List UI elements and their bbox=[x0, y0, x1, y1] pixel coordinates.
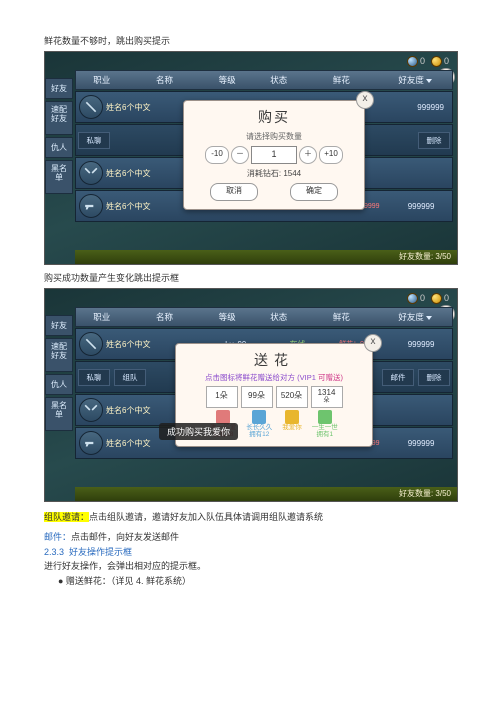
friend-list-header: 职业 名称 等级 状态 鲜花 好友度 bbox=[75, 70, 453, 90]
col-affinity[interactable]: 好友度 bbox=[378, 311, 452, 323]
currency-bar: 0 0 bbox=[45, 52, 457, 70]
gift-option-1[interactable]: 1朵 bbox=[206, 386, 238, 408]
tab-blacklist[interactable]: 黑名单 bbox=[45, 160, 73, 194]
friend-affinity: 999999 bbox=[390, 340, 452, 349]
col-job: 职业 bbox=[76, 311, 128, 323]
quantity-input[interactable]: 1 bbox=[251, 146, 297, 164]
delete-button[interactable]: 删除 bbox=[418, 132, 450, 149]
bouquet-icon bbox=[318, 410, 332, 424]
job-avatar-gun bbox=[79, 431, 103, 455]
col-flower: 鲜花 bbox=[305, 311, 379, 323]
plus-button[interactable]: ＋ bbox=[299, 146, 317, 164]
chat-button[interactable]: 私聊 bbox=[78, 369, 110, 386]
currency-bar: 0 0 bbox=[45, 289, 457, 307]
col-status: 状态 bbox=[253, 74, 305, 86]
team-invite-label: 组队邀请： bbox=[44, 512, 89, 522]
section-line: 进行好友操作，会弹出相对应的提示框。 bbox=[44, 559, 456, 573]
plus-10-button[interactable]: +10 bbox=[319, 146, 343, 164]
job-avatar-swords bbox=[79, 398, 103, 422]
col-job: 职业 bbox=[76, 74, 128, 86]
col-flower: 鲜花 bbox=[305, 74, 379, 86]
section-title: 好友操作提示框 bbox=[69, 547, 132, 557]
cost-label: 消耗钻石: 1544 bbox=[194, 168, 354, 179]
friend-count-footer: 好友数量: 3/50 bbox=[75, 487, 457, 501]
purchase-dialog: x 购买 请选择购买数量 -10 － 1 ＋ +10 消耗钻石: 1544 取消… bbox=[183, 100, 365, 210]
gift-hint: 点击图标将鲜花赠送给对方 (VIP1 可赠送) bbox=[186, 372, 362, 383]
gold-icon bbox=[431, 293, 442, 304]
minus-10-button[interactable]: -10 bbox=[205, 146, 229, 164]
gem-amount: 0 bbox=[420, 56, 425, 66]
friend-affinity: 999999 bbox=[417, 103, 444, 112]
friend-affinity: 999999 bbox=[390, 202, 452, 211]
minus-button[interactable]: － bbox=[231, 146, 249, 164]
job-avatar-axe bbox=[79, 332, 103, 356]
col-name: 名称 bbox=[128, 74, 202, 86]
friend-count-footer: 好友数量: 3/50 bbox=[75, 250, 457, 264]
chat-button[interactable]: 私聊 bbox=[78, 132, 110, 149]
game-screenshot-1: 0 0 x 好友 速配 好友 仇人 黑名单 职业 名称 等级 状态 鲜花 好友度… bbox=[44, 51, 458, 265]
friend-list-header: 职业 名称 等级 状态 鲜花 好友度 bbox=[75, 307, 453, 327]
gift-item-4[interactable]: 一生一世拥有1 bbox=[312, 410, 338, 438]
gem-amount: 0 bbox=[420, 293, 425, 303]
dialog-prompt: 请选择购买数量 bbox=[194, 131, 354, 142]
dialog-close-icon[interactable]: x bbox=[364, 334, 382, 352]
caption-2: 购买成功数量产生变化跳出提示框 bbox=[44, 271, 456, 284]
success-toast: 成功购买我爱你 bbox=[159, 423, 238, 440]
gift-item-3[interactable]: 我爱你 bbox=[282, 410, 302, 438]
gold-amount: 0 bbox=[444, 293, 449, 303]
gold-icon bbox=[431, 56, 442, 67]
confirm-button[interactable]: 确定 bbox=[290, 183, 338, 201]
cancel-button[interactable]: 取消 bbox=[210, 183, 258, 201]
friend-affinity: 999999 bbox=[390, 439, 452, 448]
tab-blacklist[interactable]: 黑名单 bbox=[45, 397, 73, 431]
gem-icon bbox=[407, 293, 418, 304]
game-screenshot-2: 0 0 x 好友 速配 好友 仇人 黑名单 职业 名称 等级 状态 鲜花 好友度… bbox=[44, 288, 458, 502]
tab-friends[interactable]: 好友 bbox=[45, 78, 73, 99]
tab-enemy[interactable]: 仇人 bbox=[45, 374, 73, 395]
col-status: 状态 bbox=[253, 311, 305, 323]
flower-icon bbox=[252, 410, 266, 424]
gift-title: 送花 bbox=[186, 350, 362, 370]
tab-friends[interactable]: 好友 bbox=[45, 315, 73, 336]
job-avatar-gun bbox=[79, 194, 103, 218]
col-affinity[interactable]: 好友度 bbox=[378, 74, 452, 86]
gift-option-1314[interactable]: 1314朵 bbox=[311, 386, 343, 408]
col-name: 名称 bbox=[128, 311, 202, 323]
body-text: 组队邀请：点击组队邀请，邀请好友加入队伍具体请调用组队邀请系统 邮件：点击邮件，… bbox=[44, 510, 456, 588]
job-avatar-swords bbox=[79, 161, 103, 185]
mail-button[interactable]: 邮件 bbox=[382, 369, 414, 386]
gift-option-99[interactable]: 99朵 bbox=[241, 386, 273, 408]
job-avatar-axe bbox=[79, 95, 103, 119]
delete-button[interactable]: 删除 bbox=[418, 369, 450, 386]
gift-option-520[interactable]: 520朵 bbox=[276, 386, 308, 408]
heart-icon bbox=[285, 410, 299, 424]
rose-icon bbox=[216, 410, 230, 424]
section-number: 2.3.3 bbox=[44, 547, 64, 557]
tab-quickmatch[interactable]: 速配 好友 bbox=[45, 101, 73, 135]
dialog-title: 购买 bbox=[194, 107, 354, 127]
col-level: 等级 bbox=[201, 74, 253, 86]
team-button[interactable]: 组队 bbox=[114, 369, 146, 386]
gift-item-2[interactable]: 长长久久拥有12 bbox=[246, 410, 272, 438]
gold-amount: 0 bbox=[444, 56, 449, 66]
bullet-item: ● 赠送鲜花：（详见 4. 鲜花系统） bbox=[58, 574, 456, 588]
col-level: 等级 bbox=[201, 311, 253, 323]
gem-icon bbox=[407, 56, 418, 67]
dialog-close-icon[interactable]: x bbox=[356, 91, 374, 109]
caption-1: 鲜花数量不够时，跳出购买提示 bbox=[44, 34, 456, 47]
mail-label: 邮件： bbox=[44, 532, 71, 542]
tab-quickmatch[interactable]: 速配 好友 bbox=[45, 338, 73, 372]
tab-enemy[interactable]: 仇人 bbox=[45, 137, 73, 158]
